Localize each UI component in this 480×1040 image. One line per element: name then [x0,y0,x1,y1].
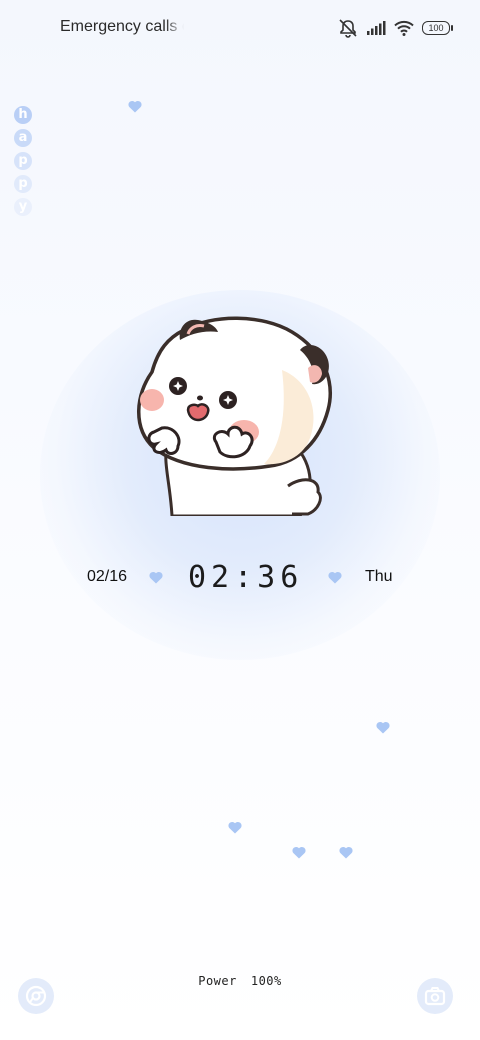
side-letters: h a p p y [14,106,32,216]
heart-icon [328,571,342,584]
camera-icon [424,987,446,1006]
heart-icon [292,846,306,859]
side-letter: p [14,175,32,193]
heart-icon [128,100,142,113]
battery-icon: 100 [422,21,453,35]
vibrate-off-icon [339,19,357,38]
clock-row: 02/16 02:36 Thu [0,560,480,596]
power-value: 100% [250,974,282,988]
weekday-label: Thu [365,568,393,585]
clock-time: 02:36 [188,560,304,595]
mascot-illustration [137,316,332,516]
browser-icon [25,985,47,1007]
heart-icon [376,721,390,734]
status-icons: 100 [338,18,453,38]
wifi-icon [394,20,414,36]
camera-shortcut-button[interactable] [417,978,453,1014]
signal-icon [367,21,386,35]
power-status: Power 100% [0,974,480,988]
power-label: Power [198,974,237,988]
browser-shortcut-button[interactable] [18,978,54,1014]
side-letter: y [14,198,32,216]
heart-icon [339,846,353,859]
side-letter: p [14,152,32,170]
status-bar: Emergency calls only 100 [0,0,480,56]
date-label: 02/16 [87,568,128,585]
carrier-status-text: Emergency calls only [60,18,184,35]
side-letter: a [14,129,32,147]
heart-icon [149,571,163,584]
side-letter: h [14,106,32,124]
heart-icon [228,821,242,834]
